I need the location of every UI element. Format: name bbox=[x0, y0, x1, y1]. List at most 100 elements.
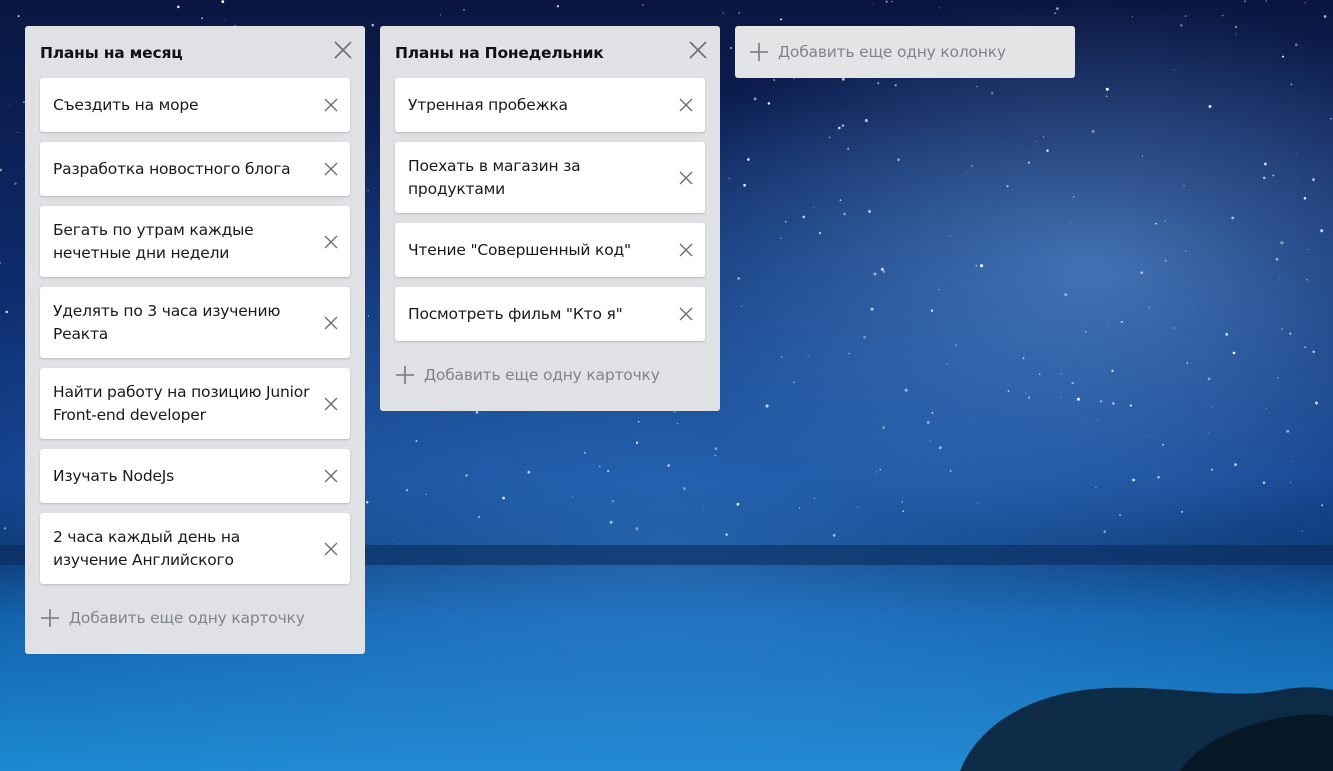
card-text: Чтение "Совершенный код" bbox=[408, 240, 631, 259]
star bbox=[1164, 259, 1167, 262]
star bbox=[1084, 330, 1087, 333]
card[interactable]: Бегать по утрам каждые нечетные дни неде… bbox=[40, 206, 350, 277]
card-text: Утренная пробежка bbox=[408, 95, 568, 114]
close-icon[interactable] bbox=[685, 37, 711, 63]
star bbox=[1263, 162, 1267, 166]
card[interactable]: Утренная пробежка bbox=[395, 78, 705, 132]
star bbox=[1321, 504, 1324, 507]
star bbox=[556, 5, 560, 8]
add-column-button[interactable]: Добавить еще одну колонку bbox=[735, 26, 1075, 78]
star bbox=[1184, 15, 1187, 17]
card[interactable]: Съездить на море bbox=[40, 78, 350, 132]
star bbox=[1244, 0, 1246, 3]
card-text: Бегать по утрам каждые нечетные дни неде… bbox=[53, 220, 254, 262]
star bbox=[1111, 369, 1114, 373]
add-card-button[interactable]: Добавить еще одну карточку bbox=[40, 594, 350, 642]
star bbox=[1221, 14, 1224, 17]
star bbox=[221, 0, 225, 4]
close-icon[interactable] bbox=[678, 97, 694, 113]
star bbox=[1294, 43, 1298, 47]
star bbox=[201, 17, 204, 20]
star bbox=[722, 12, 724, 14]
star bbox=[1120, 320, 1123, 323]
star bbox=[1280, 241, 1284, 245]
star bbox=[1311, 178, 1316, 182]
star bbox=[1282, 55, 1284, 58]
star bbox=[1289, 332, 1292, 335]
star bbox=[1234, 33, 1236, 35]
star bbox=[1164, 220, 1166, 222]
close-icon[interactable] bbox=[323, 161, 339, 177]
card[interactable]: Поехать в магазин за продуктами bbox=[395, 142, 705, 213]
card[interactable]: Найти работу на позицию Junior Front-end… bbox=[40, 368, 350, 439]
close-icon[interactable] bbox=[323, 315, 339, 331]
card-text: Поехать в магазин за продуктами bbox=[408, 156, 581, 198]
star bbox=[1105, 87, 1109, 91]
column-monday-plans: Планы на Понедельник Утренная пробежка П… bbox=[380, 26, 720, 411]
star bbox=[1208, 104, 1212, 109]
star bbox=[17, 15, 20, 18]
star bbox=[1211, 406, 1213, 408]
star bbox=[1262, 481, 1266, 484]
star bbox=[1291, 461, 1293, 462]
card-text: Съездить на море bbox=[53, 95, 199, 114]
star bbox=[1100, 400, 1103, 403]
star bbox=[1112, 402, 1115, 405]
star bbox=[1107, 323, 1108, 325]
card[interactable]: Разработка новостного блога bbox=[40, 142, 350, 196]
card-text: Разработка новостного блога bbox=[53, 159, 291, 178]
star bbox=[938, 7, 940, 9]
card[interactable]: Изучать NodeJs bbox=[40, 449, 350, 503]
close-icon[interactable] bbox=[323, 234, 339, 250]
star bbox=[1295, 153, 1297, 155]
star bbox=[1091, 129, 1095, 133]
star bbox=[1105, 95, 1108, 98]
close-icon[interactable] bbox=[678, 170, 694, 186]
star bbox=[1211, 468, 1214, 471]
star bbox=[1272, 174, 1275, 177]
card-text: Найти работу на позицию Junior Front-end… bbox=[53, 382, 310, 424]
star bbox=[1054, 12, 1057, 15]
star bbox=[738, 12, 740, 14]
card[interactable]: Посмотреть фильм "Кто я" bbox=[395, 287, 705, 341]
card[interactable]: Чтение "Совершенный код" bbox=[395, 223, 705, 277]
star bbox=[1145, 435, 1147, 437]
star bbox=[1173, 69, 1175, 71]
star bbox=[1262, 176, 1266, 180]
card[interactable]: 2 часа каждый день на изучение Английско… bbox=[40, 513, 350, 584]
column-title: Планы на месяц bbox=[40, 44, 183, 62]
close-icon[interactable] bbox=[323, 396, 339, 412]
star bbox=[1132, 16, 1134, 18]
close-icon[interactable] bbox=[323, 97, 339, 113]
star bbox=[9, 104, 11, 106]
star bbox=[1303, 197, 1307, 200]
star bbox=[642, 4, 644, 6]
star bbox=[1129, 404, 1132, 407]
star bbox=[1095, 486, 1097, 489]
star bbox=[1148, 306, 1151, 309]
close-icon[interactable] bbox=[678, 242, 694, 258]
star bbox=[1298, 95, 1300, 97]
star bbox=[1173, 327, 1175, 329]
card-text: Изучать NodeJs bbox=[53, 466, 175, 485]
star bbox=[1157, 476, 1160, 479]
star bbox=[1234, 25, 1238, 29]
star bbox=[1132, 478, 1135, 482]
star bbox=[1231, 216, 1235, 220]
star bbox=[1191, 306, 1193, 308]
star bbox=[1320, 229, 1324, 233]
close-icon[interactable] bbox=[323, 541, 339, 557]
star bbox=[1289, 481, 1292, 484]
close-icon[interactable] bbox=[678, 306, 694, 322]
star bbox=[5, 310, 9, 314]
add-card-button[interactable]: Добавить еще одну карточку bbox=[395, 351, 705, 399]
star bbox=[1295, 177, 1297, 178]
card[interactable]: Уделять по 3 часа изучению Реакта bbox=[40, 287, 350, 358]
star bbox=[224, 19, 226, 21]
column-header: Планы на месяц bbox=[40, 26, 352, 78]
close-icon[interactable] bbox=[330, 37, 356, 63]
close-icon[interactable] bbox=[323, 468, 339, 484]
star bbox=[1162, 443, 1164, 446]
star bbox=[1103, 530, 1107, 533]
star bbox=[17, 131, 19, 134]
